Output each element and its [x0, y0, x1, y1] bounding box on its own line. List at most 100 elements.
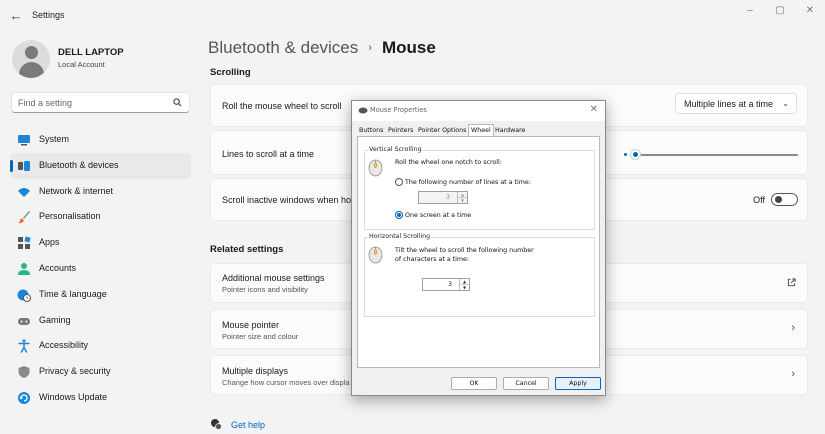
tab-pointers[interactable]: Pointers	[388, 125, 413, 136]
lines-spinner: 3 ▲ ▼	[418, 191, 468, 204]
person-icon	[18, 262, 30, 275]
sidebar-item-accounts[interactable]: Accounts	[10, 256, 191, 282]
minimize-button[interactable]: –	[740, 4, 760, 18]
sidebar-item-label: Personalisation	[39, 211, 101, 222]
vertical-scrolling-group: Vertical Scrolling Roll the wheel one no…	[364, 146, 595, 230]
horizontal-description-1: Tilt the wheel to scroll the following n…	[395, 247, 534, 254]
search-input[interactable]	[18, 96, 168, 110]
sidebar-item-windows-update[interactable]: Windows Update	[10, 385, 191, 411]
dialog-title-bar[interactable]: Mouse Properties ✕	[352, 101, 605, 121]
related-item-title: Additional mouse settings	[222, 273, 325, 283]
app-title: Settings	[32, 10, 65, 20]
wifi-icon	[18, 187, 30, 197]
related-item-title: Multiple displays	[222, 366, 289, 376]
update-icon	[18, 391, 30, 404]
back-button[interactable]: ←	[8, 8, 24, 24]
scroll-inactive-label: Scroll inactive windows when ho	[222, 195, 352, 205]
option-lines-label[interactable]: The following number of lines at a time:	[405, 178, 531, 187]
apps-icon	[18, 236, 31, 250]
horizontal-description-2: of characters at a time:	[395, 256, 470, 263]
section-title-scrolling: Scrolling	[210, 67, 251, 78]
profile-name: DELL LAPTOP	[58, 47, 124, 58]
horizontal-scrolling-label: Horizontal Scrolling	[368, 233, 432, 240]
gamepad-icon	[18, 317, 30, 325]
chevron-right-icon: ›	[791, 368, 795, 380]
profile-account-type: Local Account	[58, 60, 105, 69]
lines-to-scroll-label: Lines to scroll at a time	[222, 149, 315, 159]
radio-one-screen[interactable]	[395, 211, 403, 219]
lines-slider-track[interactable]	[631, 154, 798, 156]
sidebar-item-label: System	[39, 134, 70, 144]
sidebar-item-label: Time & language	[39, 288, 107, 299]
option-screen-label[interactable]: One screen at a time	[405, 211, 471, 220]
wheel-tab-panel: Vertical Scrolling Roll the wheel one no…	[357, 136, 600, 368]
characters-spinner-value: 3	[447, 281, 452, 288]
bluetooth-icon	[18, 160, 30, 171]
mouse-icon	[358, 107, 368, 114]
get-help-label[interactable]: Get help	[231, 420, 265, 430]
dropdown-value: Multiple lines at a time	[684, 99, 774, 109]
related-item-subtitle: Change how cursor moves over displa	[222, 378, 350, 387]
lines-spinner-value: 3	[445, 194, 450, 201]
breadcrumb: Bluetooth & devices › Mouse	[208, 38, 436, 58]
related-item-title: Mouse pointer	[222, 320, 280, 330]
spin-down-icon: ▼	[460, 197, 465, 203]
page-title: Mouse	[381, 38, 436, 57]
search-box[interactable]	[11, 92, 190, 113]
sidebar-item-label: Network & internet	[39, 185, 114, 196]
ok-button[interactable]: OK	[451, 377, 497, 390]
sidebar-item-label: Bluetooth & devices	[39, 159, 119, 170]
breadcrumb-parent[interactable]: Bluetooth & devices	[208, 38, 358, 57]
roll-wheel-dropdown[interactable]: Multiple lines at a time ⌄	[675, 93, 797, 114]
brush-icon	[18, 211, 30, 224]
radio-lines-at-a-time[interactable]	[395, 178, 403, 186]
characters-spinner[interactable]: 3 ▲ ▼	[422, 278, 470, 291]
scroll-inactive-toggle[interactable]	[771, 193, 798, 206]
tab-pointer-options[interactable]: Pointer Options	[418, 125, 466, 136]
section-title-related: Related settings	[210, 244, 284, 255]
roll-wheel-label: Roll the mouse wheel to scroll	[222, 101, 342, 111]
sidebar-item-label: Privacy & security	[39, 366, 111, 377]
sidebar-item-personalisation[interactable]: Personalisation	[10, 204, 191, 230]
sidebar-item-accessibility[interactable]: Accessibility	[10, 333, 191, 359]
apply-button[interactable]: Apply	[555, 377, 601, 390]
mouse-tilt-icon	[368, 246, 383, 264]
sidebar-item-privacy-security[interactable]: Privacy & security	[10, 359, 191, 385]
maximize-button[interactable]: ▢	[770, 4, 790, 18]
sidebar-item-network-internet[interactable]: Network & internet	[10, 179, 191, 205]
chevron-right-icon: ›	[791, 322, 795, 334]
help-chat-icon	[211, 419, 222, 430]
dialog-close-button[interactable]: ✕	[590, 104, 598, 115]
sidebar-item-time-language[interactable]: Time & language	[10, 282, 191, 308]
avatar	[12, 40, 50, 78]
sidebar-item-bluetooth-devices[interactable]: Bluetooth & devices	[10, 152, 191, 179]
vertical-scrolling-label: Vertical Scrolling	[368, 146, 423, 153]
sidebar-item-label: Accessibility	[39, 340, 89, 351]
tab-buttons[interactable]: Buttons	[359, 125, 383, 136]
related-item-subtitle: Pointer size and colour	[222, 332, 299, 341]
lines-slider-thumb[interactable]	[630, 149, 641, 160]
sidebar-item-gaming[interactable]: Gaming	[10, 308, 191, 334]
sidebar-item-apps[interactable]: Apps	[10, 230, 191, 256]
related-item-subtitle: Pointer icons and visibility	[222, 285, 308, 294]
tab-hardware[interactable]: Hardware	[495, 125, 525, 136]
mouse-wheel-icon	[368, 159, 383, 177]
sidebar-item-system[interactable]: System	[10, 127, 191, 153]
spin-down-icon[interactable]: ▼	[460, 285, 469, 291]
toggle-state-label: Off	[753, 195, 765, 205]
sidebar-item-label: Gaming	[39, 314, 71, 325]
monitor-icon	[18, 135, 30, 146]
shield-icon	[18, 366, 30, 379]
chevron-down-icon: ⌄	[782, 99, 789, 108]
cancel-button[interactable]: Cancel	[503, 377, 549, 390]
breadcrumb-separator: ›	[368, 42, 372, 54]
search-icon[interactable]	[173, 98, 182, 107]
title-bar: ← Settings – ▢ ✕	[0, 0, 825, 32]
close-button[interactable]: ✕	[800, 4, 820, 18]
globe-clock-icon	[17, 289, 31, 302]
slider-min-marker	[624, 153, 627, 156]
tab-wheel[interactable]: Wheel	[468, 124, 494, 136]
mouse-properties-dialog: Mouse Properties ✕ Buttons Pointers Poin…	[351, 100, 606, 396]
dialog-title: Mouse Properties	[370, 106, 427, 114]
sidebar-item-label: Accounts	[39, 262, 77, 273]
